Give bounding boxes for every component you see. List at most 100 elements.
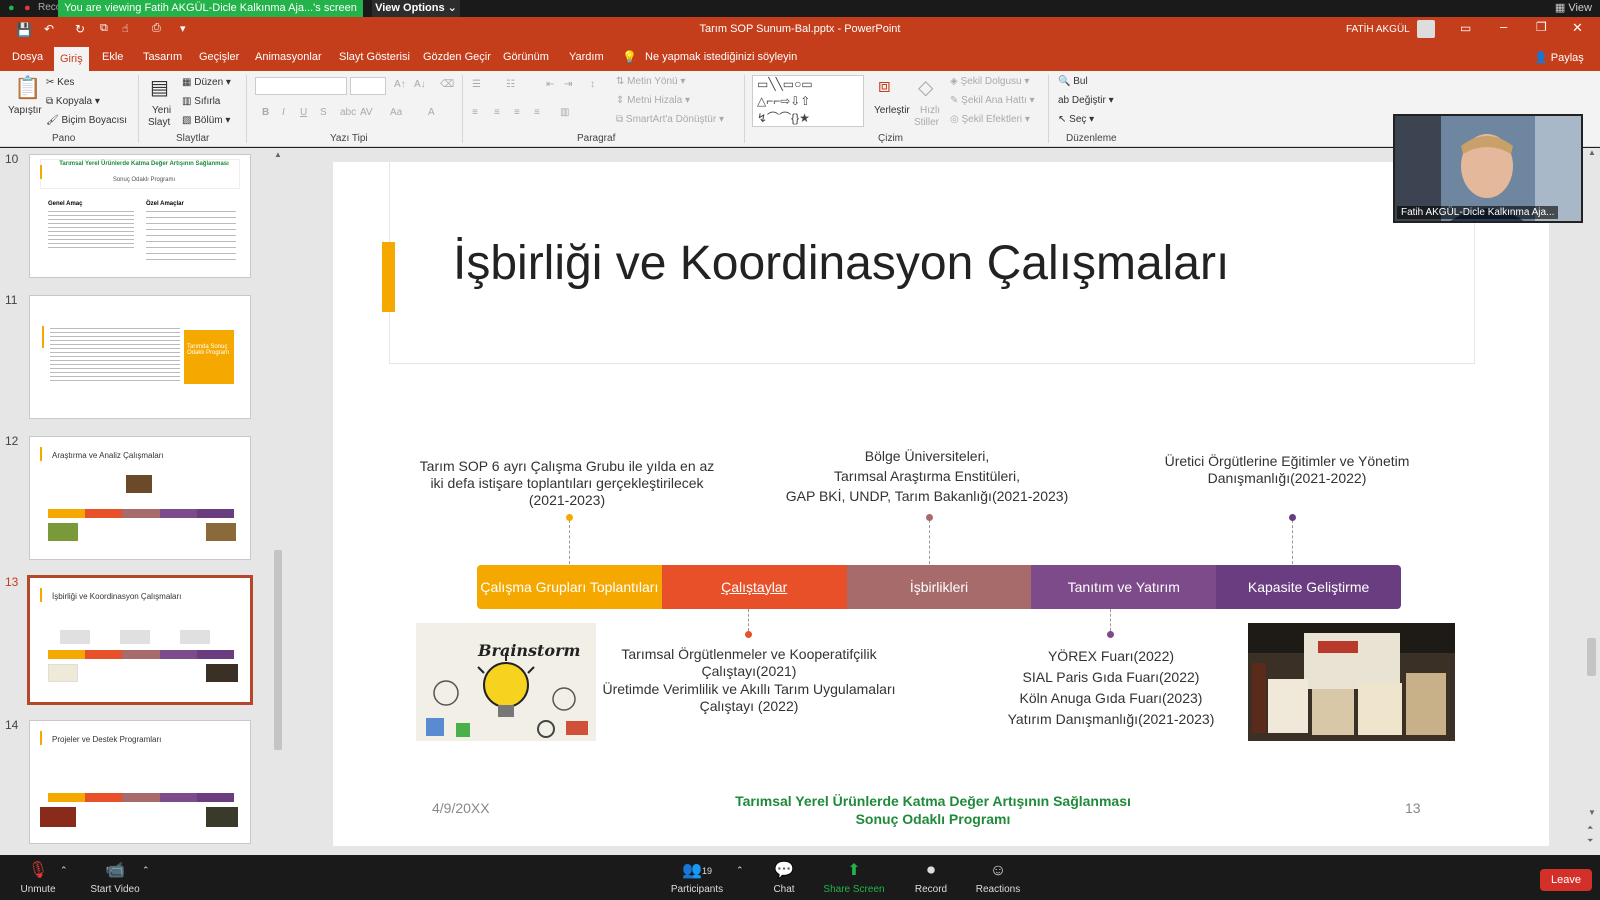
- view-options-button[interactable]: View Options ⌄: [372, 0, 460, 17]
- underline-icon[interactable]: U: [300, 107, 307, 118]
- copy-button[interactable]: ⧉ Kopyala ▾: [46, 96, 100, 107]
- bullets-icon[interactable]: ☰: [472, 79, 481, 90]
- new-slide-icon[interactable]: ▤: [150, 75, 169, 100]
- restore-icon[interactable]: ❐: [1536, 20, 1547, 34]
- tab-gecisler[interactable]: Geçişler: [193, 43, 245, 71]
- note-calistay-2[interactable]: Üretimde Verimlilik ve Akıllı Tarım Uygu…: [589, 681, 909, 715]
- justify-icon[interactable]: ≡: [534, 107, 540, 118]
- new-slide-label-1[interactable]: Yeni: [152, 105, 171, 116]
- find-button[interactable]: 🔍 Bul: [1058, 76, 1088, 87]
- font-family-select[interactable]: [255, 77, 347, 95]
- note-calistay-1[interactable]: Tarımsal Örgütlenmeler ve Kooperatifçili…: [601, 646, 897, 680]
- participants-button[interactable]: 👥19 Participants: [668, 861, 726, 895]
- presenter-video-tile[interactable]: Fatih AKGÜL-Dicle Kalkınma Aja...: [1393, 114, 1583, 223]
- strikethrough-icon[interactable]: abc: [340, 107, 356, 118]
- layout-button[interactable]: ▦ Düzen ▾: [182, 77, 231, 88]
- ribbon-display-icon[interactable]: ▭: [1460, 21, 1471, 35]
- section-button[interactable]: ▧ Bölüm ▾: [182, 115, 230, 126]
- align-left-icon[interactable]: ≡: [472, 107, 478, 118]
- align-text-button[interactable]: ⇕ Metni Hizala ▾: [616, 95, 690, 106]
- note-kapasite[interactable]: Üretici Örgütlerine Eğitimler ve Yönetim…: [1155, 453, 1419, 487]
- cut-button[interactable]: ✂ Kes: [46, 77, 74, 88]
- format-painter-button[interactable]: 🖌 Biçim Boyacısı: [46, 115, 127, 126]
- scroll-down-icon[interactable]: ▼: [1588, 808, 1596, 817]
- bold-icon[interactable]: B: [262, 107, 269, 118]
- font-color-icon[interactable]: A: [428, 107, 435, 118]
- slide-scrollbar[interactable]: ▲ ▼ ⏶ ⏷: [1584, 148, 1600, 855]
- leave-button[interactable]: Leave: [1540, 869, 1592, 891]
- start-video-button[interactable]: 📹 Start Video: [88, 861, 142, 895]
- footer-date[interactable]: 4/9/20XX: [432, 800, 490, 816]
- note-isbirlikleri[interactable]: Bölge Üniversiteleri, Tarımsal Araştırma…: [779, 446, 1075, 506]
- audio-options-chevron-icon[interactable]: ⌃: [60, 865, 68, 876]
- line-spacing-icon[interactable]: ↕: [590, 79, 595, 90]
- thumb-slide-13[interactable]: İşbirliği ve Koordinasyon Çalışmaları: [27, 575, 253, 705]
- segment-isbirlikleri[interactable]: İşbirlikleri: [846, 565, 1032, 609]
- text-direction-button[interactable]: ⇅ Metin Yönü ▾: [616, 76, 685, 87]
- quick-styles-icon[interactable]: ◇: [918, 75, 933, 100]
- close-icon[interactable]: ✕: [1572, 20, 1583, 36]
- slide-canvas[interactable]: İşbirliği ve Koordinasyon Çalışmaları Ta…: [333, 162, 1549, 846]
- unmute-button[interactable]: 🎙 Unmute: [18, 861, 58, 895]
- note-calisma-gruplari[interactable]: Tarım SOP 6 ayrı Çalışma Grubu ile yılda…: [419, 458, 715, 509]
- tab-yardim[interactable]: Yardım: [563, 43, 610, 71]
- slide-title[interactable]: İşbirliği ve Koordinasyon Çalışmaları: [453, 236, 1229, 291]
- char-spacing-icon[interactable]: AV: [360, 107, 373, 118]
- scroll-up-icon[interactable]: ▲: [274, 150, 282, 159]
- thumb-slide-11[interactable]: Tarımda Sonuç Odaklı Program: [29, 295, 251, 419]
- quick-styles-label-2[interactable]: Stiller: [914, 117, 939, 128]
- font-size-select[interactable]: [350, 77, 386, 95]
- new-slide-label-2[interactable]: Slayt: [148, 117, 170, 128]
- minimize-icon[interactable]: –: [1500, 19, 1507, 34]
- quick-styles-label-1[interactable]: Hızlı: [920, 105, 940, 116]
- tab-slayt-gosterisi[interactable]: Slayt Gösterisi: [333, 43, 416, 71]
- reset-button[interactable]: ▥ Sıfırla: [182, 96, 220, 107]
- scroll-up-icon[interactable]: ▲: [1588, 148, 1596, 157]
- food-fair-image[interactable]: [1248, 623, 1455, 741]
- decrease-indent-icon[interactable]: ⇤: [546, 79, 554, 90]
- shape-fill-button[interactable]: ◈ Şekil Dolgusu ▾: [950, 76, 1029, 87]
- change-case-icon[interactable]: Aa: [390, 107, 402, 118]
- footer-text[interactable]: Tarımsal Yerel Ürünlerde Katma Değer Art…: [663, 792, 1203, 828]
- thumb-slide-14[interactable]: Projeler ve Destek Programları: [29, 720, 251, 844]
- thumb-slide-10[interactable]: Tarımsal Yerel Ürünlerde Katma Değer Art…: [29, 154, 251, 278]
- share-button[interactable]: 👤 Paylaş: [1534, 51, 1584, 64]
- segment-tanitim[interactable]: Tanıtım ve Yatırım: [1031, 565, 1217, 609]
- reactions-button[interactable]: ☺ Reactions: [972, 861, 1024, 895]
- tab-dosya[interactable]: Dosya: [6, 43, 49, 71]
- tab-gozden-gecir[interactable]: Gözden Geçir: [417, 43, 497, 71]
- shape-outline-button[interactable]: ✎ Şekil Ana Hattı ▾: [950, 95, 1035, 106]
- arrange-button[interactable]: Yerleştir: [874, 105, 910, 116]
- tab-gorunum[interactable]: Görünüm: [497, 43, 555, 71]
- tab-tasarim[interactable]: Tasarım: [137, 43, 188, 71]
- view-button[interactable]: ▦ View: [1555, 0, 1592, 17]
- paste-button[interactable]: Yapıştır: [8, 105, 42, 116]
- increase-indent-icon[interactable]: ⇥: [564, 79, 572, 90]
- slide-number[interactable]: 13: [1405, 800, 1421, 816]
- video-options-chevron-icon[interactable]: ⌃: [142, 865, 150, 876]
- tab-animasyonlar[interactable]: Animasyonlar: [249, 43, 328, 71]
- clear-format-icon[interactable]: ⌫: [440, 79, 454, 90]
- smartart-button[interactable]: ⧉ SmartArt'a Dönüştür ▾: [616, 114, 724, 125]
- shape-effects-button[interactable]: ◎ Şekil Efektleri ▾: [950, 114, 1030, 125]
- align-right-icon[interactable]: ≡: [514, 107, 520, 118]
- numbering-icon[interactable]: ☷: [506, 79, 515, 90]
- tab-ekle[interactable]: Ekle: [96, 43, 129, 71]
- arrange-icon[interactable]: ⧈: [878, 75, 891, 98]
- avatar[interactable]: [1417, 20, 1435, 38]
- shadow-icon[interactable]: S: [320, 107, 327, 118]
- thumbnails-scrollbar[interactable]: ▲: [272, 150, 284, 850]
- tell-me-search[interactable]: Ne yapmak istediğinizi söyleyin: [645, 51, 797, 63]
- note-fuarlar[interactable]: YÖREX Fuarı(2022) SIAL Paris Gıda Fuarı(…: [993, 646, 1229, 730]
- scroll-thumb[interactable]: [1587, 638, 1596, 676]
- share-screen-button[interactable]: ⬆ Share Screen: [822, 861, 886, 895]
- previous-slide-icon[interactable]: ⏶: [1587, 823, 1593, 833]
- replace-button[interactable]: ab Değiştir ▾: [1058, 95, 1114, 106]
- shapes-gallery[interactable]: ▭╲╲▭○▭ △⌐⌐⇨⇩⇧ ↯⌒⌒{}★: [752, 75, 864, 127]
- next-slide-icon[interactable]: ⏷: [1587, 836, 1593, 846]
- segment-calisma-gruplari[interactable]: Çalışma Grupları Toplantıları: [477, 565, 662, 609]
- paste-icon[interactable]: 📋: [14, 75, 41, 101]
- tab-giris[interactable]: Giriş: [54, 47, 89, 71]
- thumb-slide-12[interactable]: Araştırma ve Analiz Çalışmaları: [29, 436, 251, 560]
- chat-button[interactable]: 💬 Chat: [764, 861, 804, 895]
